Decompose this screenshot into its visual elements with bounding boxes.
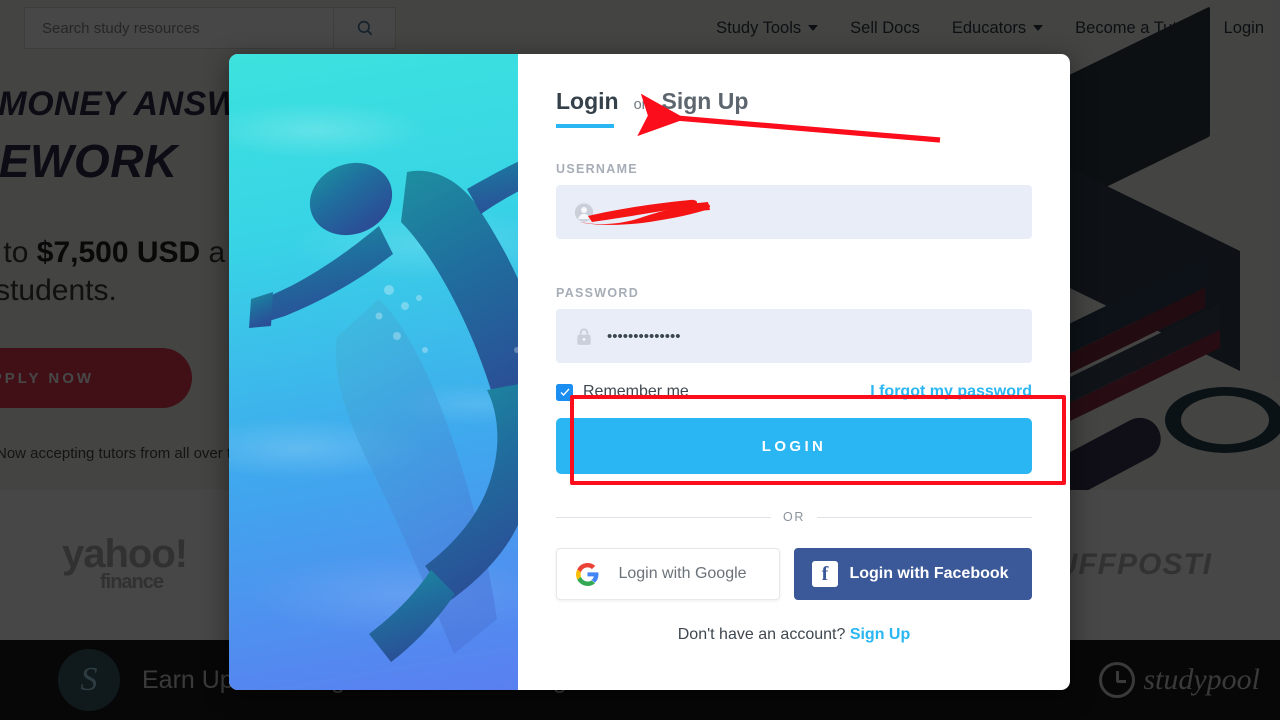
login-form: Login or Sign Up USERNAME PASSWORD •••••…: [518, 54, 1070, 690]
signup-prompt: Don't have an account? Sign Up: [556, 626, 1032, 644]
auth-tabs: Login or Sign Up: [556, 88, 1032, 128]
remember-me-control[interactable]: Remember me: [556, 383, 689, 401]
or-divider: OR: [556, 510, 1032, 524]
or-divider-text: OR: [783, 510, 805, 524]
username-label: USERNAME: [556, 162, 638, 176]
username-input[interactable]: [594, 185, 1032, 239]
modal-hero-image: [229, 54, 518, 690]
password-label: PASSWORD: [556, 286, 640, 300]
remember-me-label: Remember me: [583, 383, 689, 400]
tab-signup[interactable]: Sign Up: [662, 88, 749, 115]
forgot-password-link[interactable]: I forgot my password: [870, 383, 1032, 401]
login-with-google-button[interactable]: Login with Google: [556, 548, 780, 600]
password-field[interactable]: [556, 309, 1032, 363]
login-button[interactable]: LOGIN: [556, 418, 1032, 474]
lock-icon: [577, 328, 591, 345]
person-icon: [574, 202, 594, 222]
tab-login[interactable]: Login: [556, 88, 619, 128]
signup-prompt-link[interactable]: Sign Up: [850, 626, 910, 643]
social-login-row: Login with Google f Login with Facebook: [556, 548, 1032, 600]
login-modal: Login or Sign Up USERNAME PASSWORD •••••…: [229, 54, 1070, 690]
google-button-label: Login with Google: [618, 565, 747, 582]
surfer-silhouette-icon: [249, 161, 518, 662]
facebook-f-icon: f: [812, 561, 838, 587]
tabs-or-separator: or: [633, 97, 647, 113]
remember-me-checkbox[interactable]: [556, 383, 573, 401]
password-input[interactable]: [594, 309, 1032, 363]
google-g-icon: [576, 562, 599, 586]
username-field[interactable]: [556, 185, 1032, 239]
check-icon: [560, 388, 569, 396]
facebook-button-label: Login with Facebook: [849, 565, 1009, 582]
remember-row: Remember me I forgot my password: [556, 383, 1032, 401]
login-with-facebook-button[interactable]: f Login with Facebook: [794, 548, 1032, 600]
signup-prompt-text: Don't have an account?: [677, 626, 850, 643]
